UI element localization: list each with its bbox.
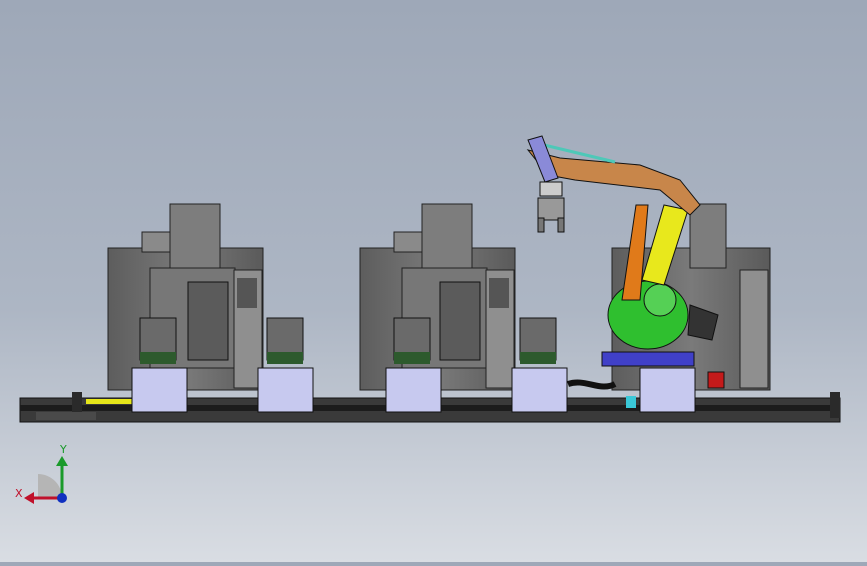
coordinate-triad (24, 456, 68, 504)
loader-stand-2 (257, 317, 314, 413)
assembly-drawing (19, 135, 841, 504)
cnc-machine-2[interactable] (359, 203, 516, 391)
loader-stand-4 (511, 317, 568, 413)
z-axis-dot (57, 493, 67, 503)
gripper (537, 197, 565, 221)
robot-base-plate (601, 351, 695, 367)
cad-viewport[interactable] (0, 0, 867, 562)
cable-hose (567, 379, 617, 390)
y-axis-label: Y (60, 443, 67, 456)
cnc-machine-1[interactable] (107, 203, 264, 391)
x-axis-label: X (15, 487, 23, 500)
